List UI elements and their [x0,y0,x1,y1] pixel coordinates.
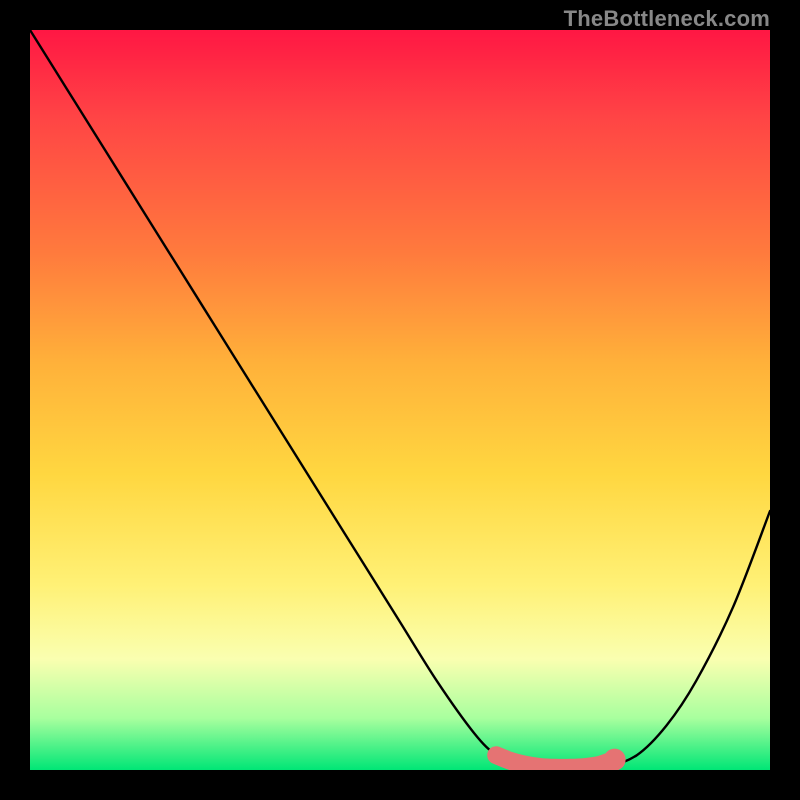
bottleneck-curve [30,30,770,770]
optimal-marker-series [496,749,625,770]
optimal-marker-end-dot [604,749,626,770]
chart-stage: TheBottleneck.com [0,0,800,800]
optimal-marker-stroke [496,755,614,768]
watermark-label: TheBottleneck.com [564,6,770,32]
plot-area [30,30,770,770]
plot-svg [30,30,770,770]
